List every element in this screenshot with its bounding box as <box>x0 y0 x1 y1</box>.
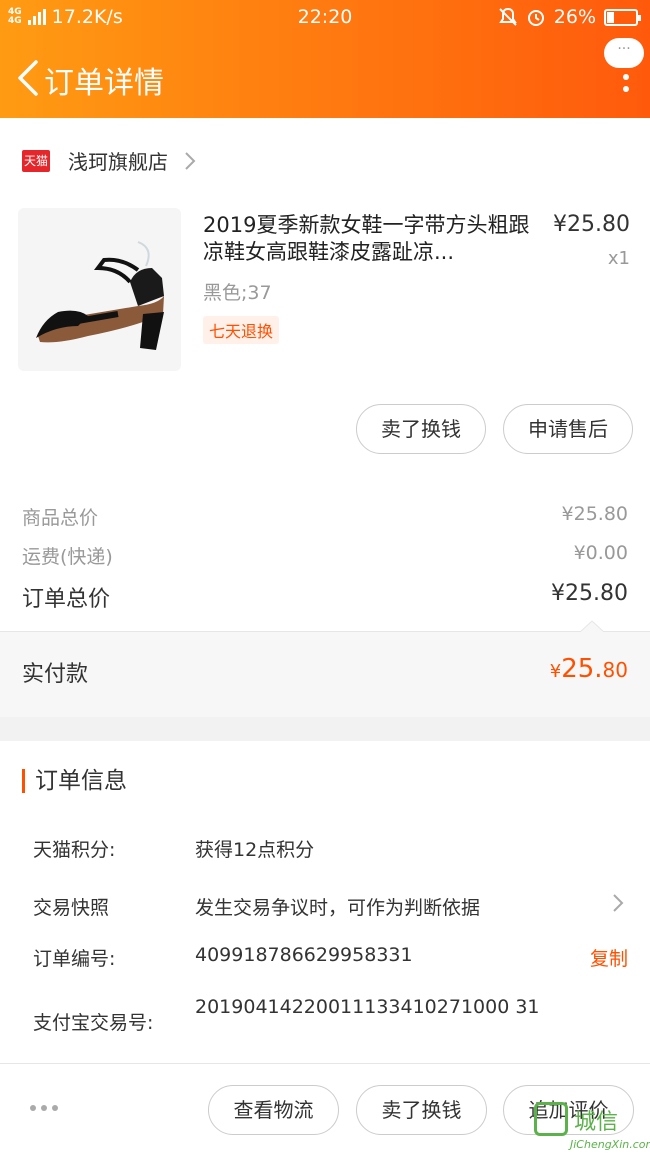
product-title[interactable]: 2019夏季新款女鞋一字带方头粗跟凉鞋女高跟鞋漆皮露趾凉... <box>203 212 533 266</box>
caret-up-icon <box>580 620 604 632</box>
section-title: 订单信息 <box>22 769 127 793</box>
sell-for-cash-button[interactable]: 卖了换钱 <box>356 404 486 454</box>
chevron-right-icon <box>185 151 196 170</box>
alipay-number-value: 20190414220011133410271000 31 <box>195 996 540 1018</box>
mute-icon <box>498 7 517 26</box>
price-summary: 商品总价 ¥25.80 运费(快递) ¥0.00 订单总价 ¥25.80 <box>0 483 650 631</box>
points-label: 天猫积分: <box>33 839 116 861</box>
product-spec: 黑色;37 <box>203 282 272 304</box>
header-bar: 4G 4G 17.2K/s 22:20 26% 订单详情 ··· <box>0 0 650 118</box>
sandal-image <box>36 241 164 350</box>
shipping-label: 运费(快递) <box>22 546 113 568</box>
alarm-icon <box>527 10 544 26</box>
order-item-card: 天猫 浅珂旗舰店 2019夏季新款女鞋一字带方头粗跟凉鞋女高跟鞋漆皮露趾凉...… <box>0 118 650 483</box>
order-number-value: 409918786629958331 <box>195 944 413 966</box>
shipping-value: ¥0.00 <box>573 542 628 564</box>
status-bar: 4G 4G 17.2K/s 22:20 26% <box>0 0 650 36</box>
message-bubble-icon: ··· <box>604 38 644 68</box>
vertical-dots-icon <box>623 74 629 98</box>
paid-label: 实付款 <box>22 662 89 687</box>
snapshot-link[interactable]: 发生交易争议时，可作为判断依据 <box>195 893 480 920</box>
order-info-section: 订单信息 天猫积分: 获得12点积分 交易快照 发生交易争议时，可作为判断依据 … <box>0 741 650 1063</box>
back-icon[interactable] <box>12 58 48 98</box>
page-title: 订单详情 <box>44 66 164 101</box>
watermark-logo-icon <box>534 1102 568 1136</box>
view-logistics-button[interactable]: 查看物流 <box>208 1085 339 1135</box>
order-total-label: 订单总价 <box>22 587 111 612</box>
chevron-right-icon <box>613 894 624 912</box>
watermark-en: JiChengXin.com <box>570 1138 650 1151</box>
product-quantity: x1 <box>607 248 630 269</box>
order-total-value: ¥25.80 <box>551 581 628 606</box>
more-menu-button[interactable]: ··· <box>604 38 644 112</box>
tmall-logo-icon: 天猫 <box>22 149 50 172</box>
return-policy-badge: 七天退换 <box>203 316 280 344</box>
more-actions-icon[interactable] <box>30 1105 58 1111</box>
copy-button[interactable]: 复制 <box>590 944 628 971</box>
shop-link[interactable]: 天猫 浅珂旗舰店 <box>22 146 196 175</box>
watermark: 城信 JiChengXin.com <box>534 1102 650 1152</box>
battery-percent: 26% <box>553 6 596 28</box>
points-value: 获得12点积分 <box>195 839 315 861</box>
battery-icon <box>604 8 641 26</box>
goods-total-label: 商品总价 <box>22 507 99 529</box>
nav-bar: 订单详情 ··· <box>0 38 650 106</box>
watermark-cn: 城信 <box>574 1110 619 1135</box>
after-sale-button[interactable]: 申请售后 <box>503 404 633 454</box>
order-number-label: 订单编号: <box>33 948 116 970</box>
product-image[interactable] <box>18 208 181 371</box>
alipay-number-label: 支付宝交易号: <box>33 1012 154 1034</box>
sell-for-cash-bottom-button[interactable]: 卖了换钱 <box>356 1085 487 1135</box>
shop-name: 浅珂旗舰店 <box>68 150 168 174</box>
goods-total-value: ¥25.80 <box>561 503 628 525</box>
product-price: ¥25.80 <box>553 212 630 237</box>
paid-value: ¥25.80 <box>549 654 628 684</box>
snapshot-label: 交易快照 <box>33 897 110 919</box>
paid-amount-row: 实付款 ¥25.80 <box>0 620 650 717</box>
